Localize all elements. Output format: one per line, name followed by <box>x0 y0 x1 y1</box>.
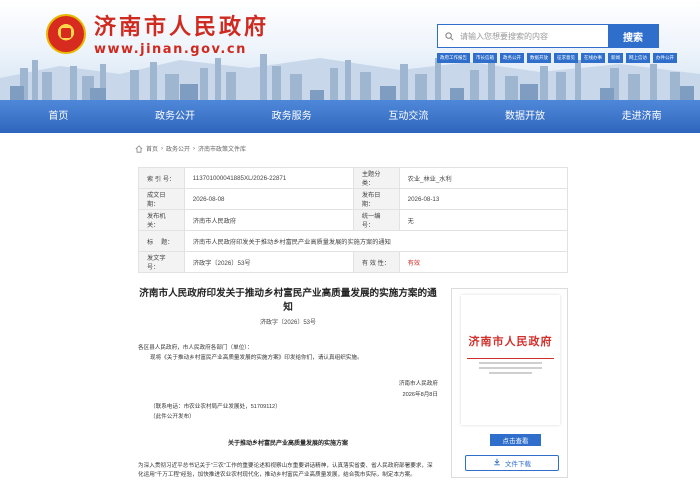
breadcrumb-separator: › <box>193 145 196 152</box>
meta-published-value: 2026-08-13 <box>398 188 569 210</box>
view-document-button[interactable]: 点击查看 <box>490 434 541 446</box>
document-paragraph: 现将《关于推动乡村富民产业高质量发展的实施方案》印发给你们，请认真组织实施。 <box>150 355 363 361</box>
download-label: 文件下载 <box>505 461 531 468</box>
document-thumbnail[interactable]: 济南市人民政府 <box>461 295 560 425</box>
breadcrumb-policy-library[interactable]: 济南市政策文件库 <box>198 144 246 153</box>
meta-index-value: 113701000041885XL/2026-22871 <box>183 167 354 189</box>
header-banner: 济南市人民政府 www.jinan.gov.cn 搜索 政府工作报告 市长信箱 … <box>0 0 700 108</box>
site-title: 济南市人民政府 <box>94 14 270 40</box>
meta-label: 统一编号： <box>352 209 400 231</box>
search-button[interactable]: 搜索 <box>608 25 658 47</box>
national-emblem-icon <box>46 14 86 54</box>
thumbnail-text-line <box>489 372 532 374</box>
table-row: 索 引 号： 113701000041885XL/2026-22871 主题分类… <box>138 167 569 189</box>
search-icon <box>438 25 460 47</box>
document-public-note: （此件公开发布） <box>150 414 195 420</box>
quick-link[interactable]: 网上信访 <box>626 53 650 63</box>
thumbnail-red-rule <box>467 358 554 359</box>
breadcrumb: 首页 › 政务公开 › 济南市政策文件库 <box>135 144 246 153</box>
breadcrumb-home[interactable]: 首页 <box>146 144 158 153</box>
nav-item-about-jinan[interactable]: 走进济南 <box>583 100 700 133</box>
document-signer: 济南市人民政府 <box>398 381 438 387</box>
quick-links: 政府工作报告 市长信箱 政务公开 数据开放 征求意见 在线办事 新闻 网上信访 … <box>437 53 677 63</box>
quick-link[interactable]: 政务公开 <box>500 53 524 63</box>
thumbnail-title: 济南市人民政府 <box>468 335 553 348</box>
document-meta-table: 索 引 号： 113701000041885XL/2026-22871 主题分类… <box>138 167 569 273</box>
download-file-button[interactable]: 文件下载 <box>465 455 559 471</box>
table-row: 成文日期： 2026-08-08 发布日期： 2026-08-13 <box>138 188 569 210</box>
quick-link[interactable]: 市长信箱 <box>473 53 497 63</box>
nav-item-interaction[interactable]: 互动交流 <box>350 100 467 133</box>
meta-label: 有 效 性： <box>352 251 400 273</box>
table-row: 发布机关： 济南市人民政府 统一编号： 无 <box>138 209 569 231</box>
main-nav: 首页 政务公开 政务服务 互动交流 数据开放 走进济南 <box>0 100 700 133</box>
meta-docno-value: 济政字〔2026〕53号 <box>183 251 354 273</box>
download-icon <box>493 458 501 468</box>
meta-unified-value: 无 <box>398 209 569 231</box>
meta-validity-value: 有效 <box>398 251 569 273</box>
breadcrumb-gov-affairs[interactable]: 政务公开 <box>166 144 190 153</box>
breadcrumb-separator: › <box>161 145 164 152</box>
table-row: 发文字号： 济政字〔2026〕53号 有 效 性： 有效 <box>138 251 569 273</box>
document-date: 2026年8月8日 <box>402 392 438 398</box>
document-paragraph: 为深入贯彻习近平总书记关于“三农”工作的重要论述和视察山东重要讲话精神，认真落实… <box>138 463 433 478</box>
meta-title-value: 济南市人民政府印发关于推动乡村富民产业高质量发展的实施方案的通知 <box>183 230 569 252</box>
document-addressee: 各区县人民政府，市人民政府各部门（单位）： <box>138 345 253 351</box>
thumbnail-text-line <box>479 367 542 369</box>
meta-label: 发布机关： <box>138 209 185 231</box>
quick-link[interactable]: 数据开放 <box>527 53 551 63</box>
document-preview-card: 济南市人民政府 点击查看 文件下载 <box>451 288 568 478</box>
meta-label: 成文日期： <box>138 188 185 210</box>
quick-link[interactable]: 政府工作报告 <box>437 53 470 63</box>
meta-topic-value: 农业_林业_水利 <box>398 167 569 189</box>
thumbnail-text-line <box>479 362 542 364</box>
site-url: www.jinan.gov.cn <box>94 42 247 57</box>
quick-link[interactable]: 在线办事 <box>581 53 605 63</box>
site-logo[interactable]: 济南市人民政府 www.jinan.gov.cn <box>46 14 269 57</box>
meta-issuer-value: 济南市人民政府 <box>183 209 354 231</box>
quick-link[interactable]: 办件公开 <box>653 53 677 63</box>
meta-created-value: 2026-08-08 <box>183 188 354 210</box>
document-contact: （联系电话：市农业农村局产业发展处，51709112） <box>150 404 281 410</box>
nav-item-gov-services[interactable]: 政务服务 <box>233 100 350 133</box>
meta-label: 标 题： <box>138 230 185 252</box>
nav-item-gov-affairs[interactable]: 政务公开 <box>117 100 234 133</box>
quick-link[interactable]: 新闻 <box>608 53 623 63</box>
search-box: 搜索 <box>437 24 659 48</box>
meta-label: 发文字号： <box>138 251 185 273</box>
document-header: 济南市人民政府印发关于推动乡村富民产业高质量发展的实施方案的通知 济政字〔202… <box>138 287 438 326</box>
page: 济南市人民政府 www.jinan.gov.cn 搜索 政府工作报告 市长信箱 … <box>0 0 700 494</box>
nav-item-open-data[interactable]: 数据开放 <box>467 100 584 133</box>
meta-label: 主题分类： <box>352 167 400 189</box>
document-number: 济政字〔2026〕53号 <box>259 320 317 326</box>
quick-link[interactable]: 征求意见 <box>554 53 578 63</box>
meta-label: 发布日期： <box>352 188 400 210</box>
meta-label: 索 引 号： <box>138 167 185 189</box>
home-icon <box>135 144 143 153</box>
search-input[interactable] <box>460 25 608 47</box>
document-subtitle: 关于推动乡村富民产业高质量发展的实施方案 <box>227 441 348 447</box>
document-title: 济南市人民政府印发关于推动乡村富民产业高质量发展的实施方案的通知 <box>139 288 437 313</box>
nav-item-home[interactable]: 首页 <box>0 100 117 133</box>
table-row: 标 题： 济南市人民政府印发关于推动乡村富民产业高质量发展的实施方案的通知 <box>138 230 569 252</box>
